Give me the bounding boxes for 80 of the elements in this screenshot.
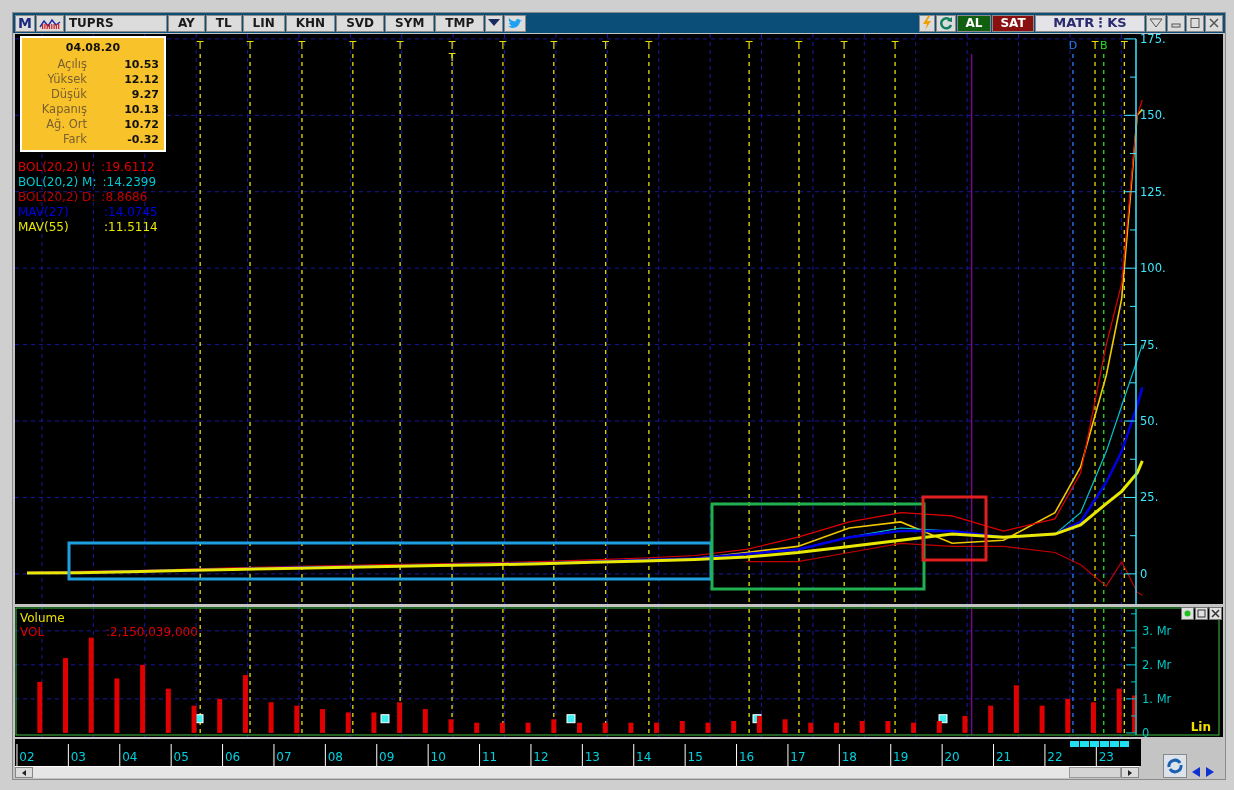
- legend-label: VOL: [20, 625, 46, 639]
- axis-label: 08: [327, 750, 343, 764]
- axis-label: 03: [70, 750, 86, 764]
- axis-label: 06: [224, 750, 241, 764]
- event-label: T: [1120, 39, 1128, 52]
- axis-label: 20: [944, 750, 960, 764]
- event-label: T: [645, 39, 653, 52]
- field-label: Fark: [62, 131, 87, 147]
- axis-label: 50.: [1140, 414, 1159, 429]
- axis-label: 12: [533, 750, 549, 764]
- axis-label: 07: [276, 750, 292, 764]
- field-label: Kapanış: [40, 101, 87, 117]
- axis-label: 09: [379, 750, 395, 764]
- axis-label: 04: [122, 750, 138, 764]
- axis-label: 2. Mr: [1142, 657, 1172, 672]
- legend-label: MAV(27): [18, 205, 70, 220]
- field-value: -0.32: [126, 131, 159, 147]
- field-label: Açılış: [56, 56, 87, 72]
- legend-value: :8.8686: [101, 190, 148, 205]
- legend-value: :2,150,039,000: [106, 625, 198, 639]
- axis-label: 150.: [1140, 108, 1166, 123]
- axis-label: 11: [481, 750, 498, 764]
- field-label: Ağ. Ort: [45, 116, 87, 132]
- axis-label: 14: [636, 750, 652, 764]
- event-label: T: [448, 51, 456, 64]
- legend-label: BOL(20,2) U:: [18, 160, 95, 175]
- event-label: T: [298, 39, 306, 52]
- legend-label: BOL(20,2) M:: [18, 175, 97, 190]
- field-value: 10.13: [123, 101, 159, 117]
- axis-label: 19: [893, 750, 909, 764]
- field-value: 9.27: [130, 86, 159, 102]
- event-label: T: [795, 39, 803, 52]
- scale-label: Lin: [1190, 720, 1211, 734]
- field-value: 10.53: [123, 56, 159, 72]
- event-label: T: [448, 39, 456, 52]
- event-label: T: [246, 39, 254, 52]
- legend-label: BOL(20,2) D:: [18, 190, 96, 205]
- event-label: T: [349, 39, 357, 52]
- legend-value: :14.0745: [104, 205, 158, 220]
- axis-label: 22: [1047, 750, 1063, 764]
- event-label: T: [745, 39, 753, 52]
- event-label: T: [602, 39, 610, 52]
- legend-value: :19.6112: [100, 160, 155, 175]
- field-value: 10.72: [123, 116, 159, 132]
- event-label: D: [1068, 39, 1078, 52]
- axis-label: 23: [1098, 750, 1114, 764]
- axis-label: 1. Mr: [1142, 691, 1172, 706]
- field-label: Yüksek: [46, 71, 87, 87]
- axis-label: 0: [1142, 725, 1150, 737]
- event-label: T: [1091, 39, 1099, 52]
- axis-label: 75.: [1140, 337, 1159, 352]
- field-value: 12.12: [123, 71, 159, 87]
- date-label: 04.08.20: [64, 40, 122, 56]
- axis-label: 0: [1140, 566, 1148, 581]
- event-label: T: [196, 39, 204, 52]
- legend-label: MAV(55): [18, 220, 70, 235]
- event-label: T: [891, 39, 899, 52]
- legend-value: :11.5114: [104, 220, 158, 235]
- axis-label: 02: [19, 750, 35, 764]
- axis-label: 16: [738, 750, 755, 764]
- axis-label: 21: [995, 750, 1012, 764]
- axis-label: 15: [687, 750, 703, 764]
- field-label: Düşük: [49, 86, 87, 102]
- event-label: T: [396, 39, 404, 52]
- axis-label: 175.: [1140, 34, 1166, 46]
- axis-label: 25.: [1140, 490, 1159, 505]
- event-label: B: [1100, 39, 1108, 52]
- legend-value: :14.2399: [102, 175, 157, 190]
- event-label: T: [550, 39, 558, 52]
- axis-label: 05: [173, 750, 189, 764]
- event-label: T: [499, 39, 507, 52]
- event-label: T: [840, 39, 848, 52]
- axis-label: 3. Mr: [1142, 623, 1172, 638]
- axis-label: 17: [790, 750, 806, 764]
- axis-label: 13: [584, 750, 600, 764]
- axis-label: 18: [841, 750, 857, 764]
- panel-title: Volume: [20, 611, 66, 625]
- axis-label: 100.: [1140, 261, 1166, 276]
- axis-label: 10: [430, 750, 446, 764]
- axis-label: 125.: [1140, 184, 1166, 199]
